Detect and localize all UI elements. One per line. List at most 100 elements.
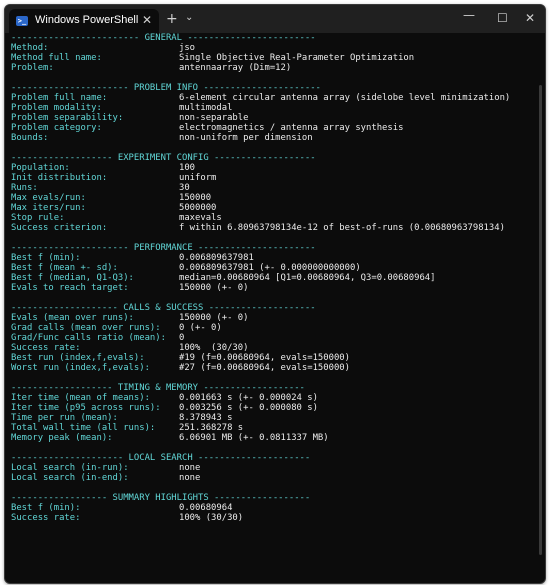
section-header: ------------------- TIMING & MEMORY ----… xyxy=(11,383,305,393)
row-value: 0.006809637981 (+- 0.000000000000) xyxy=(179,263,361,273)
row-label: Max evals/run: xyxy=(11,193,86,203)
row-label: Best run (index,f,evals): xyxy=(11,353,145,363)
row-label: Evals to reach target: xyxy=(11,283,129,293)
row-label: Bounds: xyxy=(11,133,49,143)
terminal-window: >_ Windows PowerShell ✕ + ⌄ — ☐ ✕ ------… xyxy=(4,4,546,584)
row-label: Problem modality: xyxy=(11,103,102,113)
row-label: Max iters/run: xyxy=(11,203,86,213)
console-output[interactable]: ------------------------ GENERAL -------… xyxy=(11,33,533,583)
row-value: 0.003256 s (+- 0.000080 s) xyxy=(179,403,318,413)
row-label: Worst run (index,f,evals): xyxy=(11,363,150,373)
new-tab-plus-icon[interactable]: + xyxy=(166,11,178,27)
output-row: Problem modality: multimodal xyxy=(11,103,533,113)
output-row: Runs: 30 xyxy=(11,183,533,193)
row-label: Problem separability: xyxy=(11,113,124,123)
row-label: Iter time (p95 across runs): xyxy=(11,403,161,413)
output-row: Worst run (index,f,evals): #27 (f=0.00680… xyxy=(11,363,533,373)
row-label: Iter time (mean of means): xyxy=(11,393,150,403)
minimize-icon[interactable]: — xyxy=(463,8,475,22)
section-header: -------------------- CALLS & SUCCESS ---… xyxy=(11,303,316,313)
output-row: Evals to reach target: 150000 (+- 0) xyxy=(11,283,533,293)
tab-title: Windows PowerShell xyxy=(35,14,139,26)
maximize-icon[interactable]: ☐ xyxy=(497,11,508,25)
output-row: Iter time (mean of means): 0.001663 s (+-… xyxy=(11,393,533,403)
tab-windows-powershell[interactable]: >_ Windows PowerShell ✕ xyxy=(9,9,159,33)
output-row: Best run (index,f,evals): #19 (f=0.006809… xyxy=(11,353,533,363)
output-row: Success criterion: f within 6.80963798134… xyxy=(11,223,533,233)
row-value: 0 xyxy=(179,333,185,343)
scrollbar[interactable] xyxy=(539,85,542,555)
output-row: Best f (median, Q1-Q3): median=0.00680964… xyxy=(11,273,533,283)
section-header: ---------------------- PERFORMANCE -----… xyxy=(11,243,316,253)
row-value: 251.368278 s xyxy=(179,423,244,433)
row-label: Best f (median, Q1-Q3): xyxy=(11,273,134,283)
row-value: 150000 xyxy=(179,193,212,203)
row-label: Success rate: xyxy=(11,513,81,523)
output-row: Bounds: non-uniform per dimension xyxy=(11,133,533,143)
row-label: Best f (min): xyxy=(11,253,81,263)
output-row: Init distribution: uniform xyxy=(11,173,533,183)
row-label: Population: xyxy=(11,163,70,173)
output-row: Problem category: electromagnetics / ante… xyxy=(11,123,533,133)
output-row: Max evals/run: 150000 xyxy=(11,193,533,203)
output-row: Best f (mean +- sd): 0.006809637981 (+- 0… xyxy=(11,263,533,273)
output-row: Iter time (p95 across runs): 0.003256 s (… xyxy=(11,403,533,413)
row-value: 150000 (+- 0) xyxy=(179,283,249,293)
row-value: none xyxy=(179,463,201,473)
output-row: Max iters/run: 5000000 xyxy=(11,203,533,213)
row-value: Single Objective Real-Parameter Optimiza… xyxy=(179,53,415,63)
row-value: 100% (30/30) xyxy=(179,513,244,523)
row-value: 100 xyxy=(179,163,196,173)
row-label: Grad/Func calls ratio (mean): xyxy=(11,333,166,343)
row-label: Problem category: xyxy=(11,123,102,133)
row-value: 8.378943 s xyxy=(179,413,233,423)
output-row: Problem full name: 6-element circular ant… xyxy=(11,93,533,103)
row-value: electromagnetics / antenna array synthes… xyxy=(179,123,404,133)
row-label: Success rate: xyxy=(11,343,81,353)
row-value: 0 (+- 0) xyxy=(179,323,222,333)
close-tab-icon[interactable]: ✕ xyxy=(142,13,152,27)
section-header: --------------------- LOCAL SEARCH -----… xyxy=(11,453,311,463)
output-row: Best f (min): 0.00680964 xyxy=(11,503,533,513)
row-value: 150000 (+- 0) xyxy=(179,313,249,323)
row-value: 0.001663 s (+- 0.000024 s) xyxy=(179,393,318,403)
tab-dropdown-chevron-down-icon[interactable]: ⌄ xyxy=(185,12,193,23)
row-label: Problem full name: xyxy=(11,93,108,103)
row-value: 100% (30/30) xyxy=(179,343,249,353)
row-label: Best f (min): xyxy=(11,503,81,513)
row-label: Stop rule: xyxy=(11,213,65,223)
output-row: Problem separability: non-separable xyxy=(11,113,533,123)
row-value: uniform xyxy=(179,173,217,183)
row-value: multimodal xyxy=(179,103,233,113)
powershell-icon: >_ xyxy=(16,16,28,26)
row-label: Total wall time (all runs): xyxy=(11,423,156,433)
output-row: Method: jso xyxy=(11,43,533,53)
row-label: Problem: xyxy=(11,63,54,73)
row-label: Best f (mean +- sd): xyxy=(11,263,118,273)
output-row: Success rate: 100% (30/30) xyxy=(11,513,533,523)
section-header: ---------------------- PROBLEM INFO ----… xyxy=(11,83,321,93)
section-header: ------------------------ GENERAL -------… xyxy=(11,33,316,43)
output-row: Stop rule: maxevals xyxy=(11,213,533,223)
row-label: Local search (in-end): xyxy=(11,473,129,483)
output-row: Grad/Func calls ratio (mean): 0 xyxy=(11,333,533,343)
row-label: Runs: xyxy=(11,183,38,193)
row-value: none xyxy=(179,473,201,483)
output-row: Local search (in-run): none xyxy=(11,463,533,473)
output-row: Grad calls (mean over runs): 0 (+- 0) xyxy=(11,323,533,333)
row-value: 5000000 xyxy=(179,203,217,213)
row-value: 6.06901 MB (+- 0.0811337 MB) xyxy=(179,433,329,443)
row-label: Memory peak (mean): xyxy=(11,433,113,443)
output-row: Memory peak (mean): 6.06901 MB (+- 0.0811… xyxy=(11,433,533,443)
row-label: Time per run (mean): xyxy=(11,413,118,423)
section-header: ------------------- EXPERIMENT CONFIG --… xyxy=(11,153,316,163)
row-value: f within 6.80963798134e-12 of best-of-ru… xyxy=(179,223,505,233)
row-value: jso xyxy=(179,43,196,53)
close-window-icon[interactable]: ✕ xyxy=(525,11,535,25)
row-label: Evals (mean over runs): xyxy=(11,313,134,323)
row-label: Local search (in-run): xyxy=(11,463,129,473)
